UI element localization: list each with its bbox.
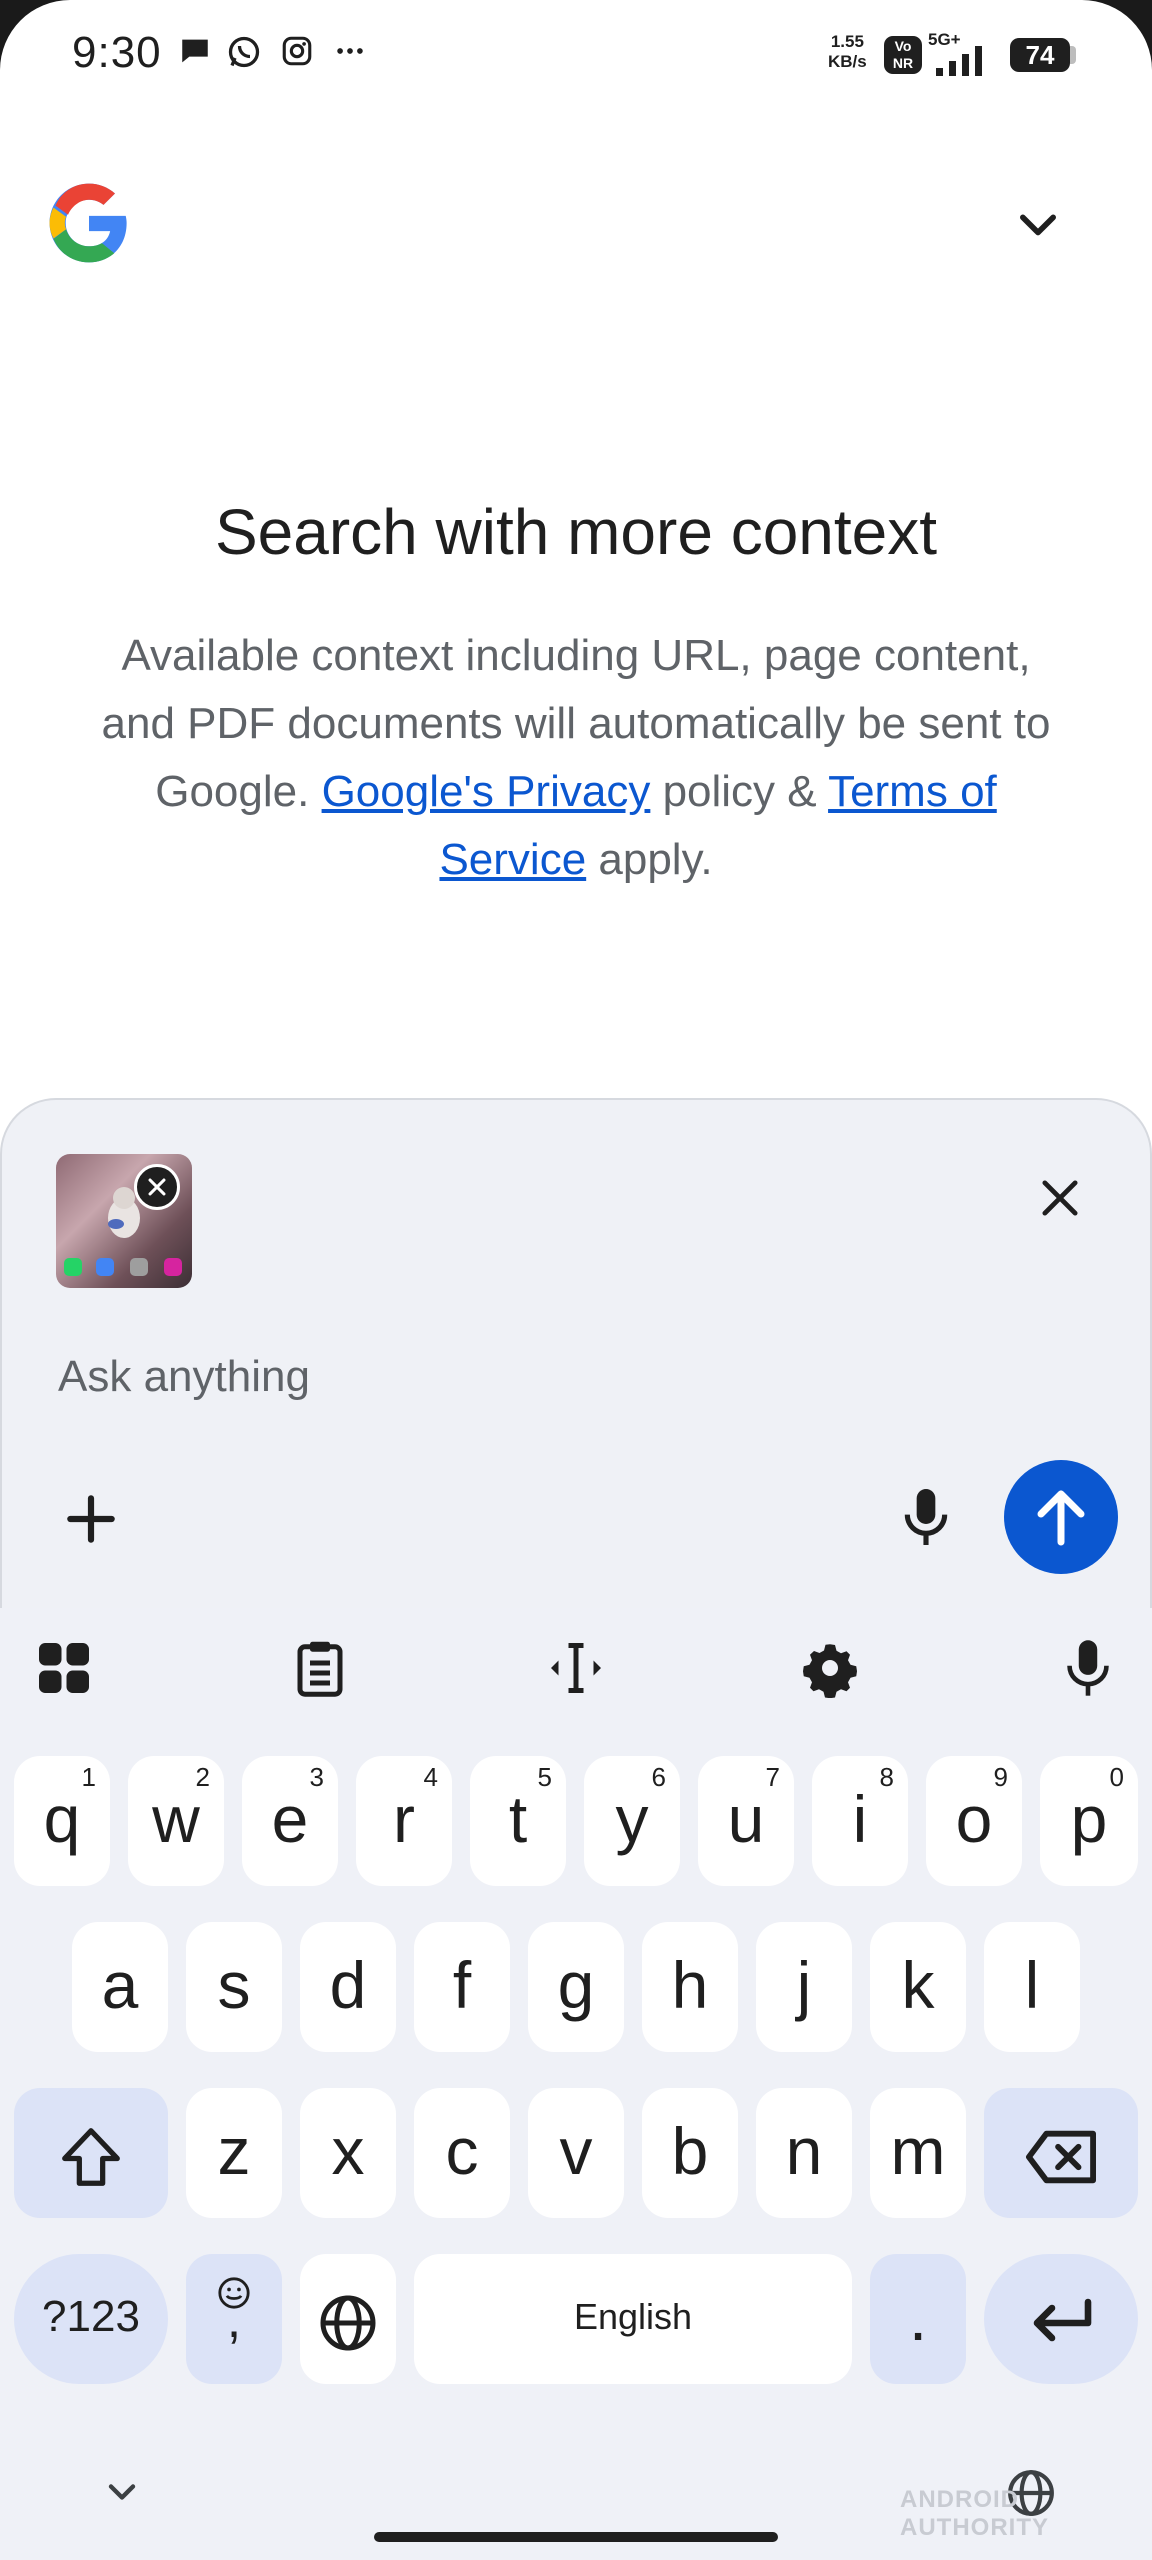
thumb-app-icon [164, 1258, 182, 1276]
thumb-app-icon [64, 1258, 82, 1276]
key-r[interactable]: r4 [356, 1756, 452, 1886]
keyboard [0, 1608, 1152, 2560]
signal-icon [936, 46, 982, 76]
clipboard-icon[interactable] [290, 1638, 350, 1698]
key-hint: 4 [423, 1762, 438, 1792]
shift-icon [62, 2127, 120, 2186]
emoji-comma-key[interactable]: , [186, 2254, 282, 2384]
key-h[interactable]: h [642, 1922, 738, 2052]
key-y[interactable]: y6 [584, 1756, 680, 1886]
screen: 9:30 1.55 KB/s Vo NR 5G+ 74 Search with … [0, 0, 1152, 2560]
comma-label: , [226, 2291, 242, 2349]
key-w[interactable]: w2 [128, 1756, 224, 1886]
key-x[interactable]: x [300, 2088, 396, 2218]
hide-keyboard-chevron-icon[interactable] [100, 2470, 144, 2514]
enter-arrow-icon [1033, 2298, 1092, 2341]
send-button[interactable] [1004, 1460, 1118, 1574]
key-a[interactable]: a [72, 1922, 168, 2052]
text-cursor-icon[interactable] [546, 1638, 606, 1698]
key-label: t [508, 1782, 528, 1856]
key-hint: 7 [765, 1762, 780, 1792]
home-indicator[interactable] [374, 2532, 778, 2542]
key-hint: 2 [195, 1762, 210, 1792]
key-k[interactable]: k [870, 1922, 966, 2052]
battery-tip [1070, 46, 1076, 64]
key-hint: 9 [993, 1762, 1008, 1792]
apps-grid-icon[interactable] [34, 1638, 94, 1698]
key-label: i [852, 1782, 868, 1856]
ask-input[interactable] [58, 1352, 858, 1402]
key-label: r [393, 1782, 415, 1856]
google-g-logo [49, 183, 127, 263]
arrow-up-icon [1037, 1490, 1085, 1546]
volte-badge: Vo NR [884, 36, 922, 74]
key-label: w [152, 1782, 200, 1856]
key-label: u [727, 1782, 765, 1856]
key-l[interactable]: l [984, 1922, 1080, 2052]
chevron-down-icon[interactable] [1012, 200, 1064, 252]
status-time: 9:30 [72, 28, 162, 77]
key-hint: 6 [651, 1762, 666, 1792]
key-label: p [1070, 1782, 1108, 1856]
whatsapp-icon [228, 36, 260, 68]
language-switch-key[interactable] [300, 2254, 396, 2384]
key-f[interactable]: f [414, 1922, 510, 2052]
watermark: ANDROID AUTHORITY [900, 2486, 1049, 2541]
voice-input-icon[interactable] [1058, 1638, 1118, 1698]
close-icon[interactable] [1034, 1172, 1086, 1224]
key-label: e [271, 1782, 309, 1856]
period-key[interactable]: . [870, 2254, 966, 2384]
symbols-key[interactable]: ?123 [14, 2254, 168, 2384]
key-hint: 0 [1109, 1762, 1124, 1792]
key-p[interactable]: p0 [1040, 1756, 1138, 1886]
backspace-icon [1026, 2130, 1097, 2183]
page-title: Search with more context [214, 496, 938, 568]
message-icon [182, 39, 208, 63]
shift-key[interactable] [14, 2088, 168, 2218]
key-v[interactable]: v [528, 2088, 624, 2218]
globe-icon [320, 2295, 376, 2351]
key-n[interactable]: n [756, 2088, 852, 2218]
key-e[interactable]: e3 [242, 1756, 338, 1886]
key-hint: 8 [879, 1762, 894, 1792]
context-description: Available context including URL, page co… [80, 622, 1072, 894]
key-label: y [615, 1782, 649, 1856]
key-d[interactable]: d [300, 1922, 396, 2052]
privacy-policy-link[interactable]: Google's Privacy [322, 767, 651, 816]
network-speed: 1.55 KB/s [828, 32, 867, 71]
key-hint: 5 [537, 1762, 552, 1792]
battery-level: 74 [1010, 38, 1070, 72]
key-g[interactable]: g [528, 1922, 624, 2052]
status-bar: 9:30 1.55 KB/s Vo NR 5G+ 74 [0, 0, 1152, 110]
enter-key[interactable] [984, 2254, 1138, 2384]
desc-text-end: apply. [586, 835, 713, 884]
backspace-key[interactable] [984, 2088, 1138, 2218]
key-q[interactable]: q1 [14, 1756, 110, 1886]
key-m[interactable]: m [870, 2088, 966, 2218]
microphone-icon[interactable] [898, 1486, 954, 1548]
key-b[interactable]: b [642, 2088, 738, 2218]
key-z[interactable]: z [186, 2088, 282, 2218]
key-c[interactable]: c [414, 2088, 510, 2218]
key-i[interactable]: i8 [812, 1756, 908, 1886]
key-label: q [43, 1782, 81, 1856]
key-u[interactable]: u7 [698, 1756, 794, 1886]
space-key[interactable]: English [414, 2254, 852, 2384]
key-label: o [955, 1782, 993, 1856]
key-j[interactable]: j [756, 1922, 852, 2052]
key-hint: 3 [309, 1762, 324, 1792]
desc-text-middle: policy & [650, 767, 829, 816]
settings-gear-icon[interactable] [800, 1638, 860, 1698]
key-s[interactable]: s [186, 1922, 282, 2052]
key-hint: 1 [81, 1762, 96, 1792]
instagram-icon [282, 36, 312, 66]
remove-attachment-icon[interactable] [134, 1164, 180, 1210]
more-notifications-icon [337, 48, 363, 54]
key-t[interactable]: t5 [470, 1756, 566, 1886]
key-o[interactable]: o9 [926, 1756, 1022, 1886]
thumb-app-icon [96, 1258, 114, 1276]
thumb-app-icon [130, 1258, 148, 1276]
add-icon[interactable] [60, 1488, 122, 1550]
